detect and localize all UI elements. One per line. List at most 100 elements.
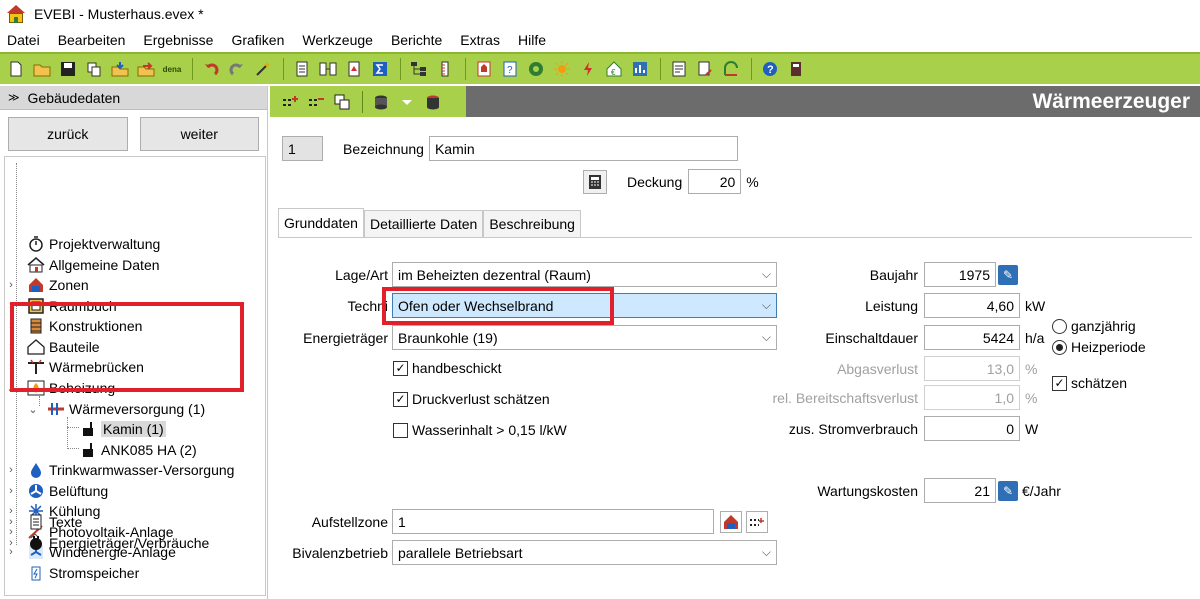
aufstellzone-input[interactable]: 1 [392, 509, 714, 534]
tab-detaillierte-daten[interactable]: Detaillierte Daten [363, 210, 484, 237]
heizperiode-radio[interactable] [1052, 339, 1067, 355]
ganzjaehrig-row[interactable]: ganzjährig [1052, 318, 1136, 334]
calculator-book-icon[interactable] [784, 57, 808, 81]
new-file-icon[interactable] [4, 57, 28, 81]
energietraeger-select[interactable]: Braunkohle (19) ⌵ [392, 325, 777, 350]
hierarchy-icon[interactable] [407, 57, 431, 81]
strom-input[interactable]: 0 [924, 416, 1020, 441]
tree-item-trinkwarmwasser[interactable]: › Trinkwarmwasser-Versorgung [5, 460, 234, 480]
leistung-input[interactable]: 4,60 [924, 293, 1020, 318]
arrow-right-icon[interactable] [395, 90, 419, 114]
report-icon[interactable] [667, 57, 691, 81]
wasserinhalt-row[interactable]: Wasserinhalt > 0,15 l/kW [393, 422, 567, 438]
baujahr-label: Baujahr [869, 266, 918, 283]
back-button[interactable]: zurück [8, 117, 128, 151]
open-folder-icon[interactable] [30, 57, 54, 81]
deckung-input[interactable]: 20 [688, 169, 742, 194]
expand-chevron-icon[interactable]: › [5, 279, 17, 291]
deckung-label: Deckung [627, 173, 683, 190]
remove-generator-icon[interactable] [304, 90, 328, 114]
undo-icon[interactable] [199, 57, 223, 81]
druckverlust-row[interactable]: ✓ Druckverlust schätzen [393, 391, 550, 407]
menu-extras[interactable]: Extras [451, 28, 509, 52]
tree-item-projektverwaltung[interactable]: Projektverwaltung [5, 234, 160, 254]
calculator-icon[interactable] [583, 169, 607, 194]
collapse-chevron-icon[interactable]: ⌄ [27, 403, 39, 416]
pencil-icon[interactable]: ✎ [998, 480, 1018, 501]
pencil-icon[interactable]: ✎ [998, 264, 1018, 285]
database-red-icon[interactable] [421, 90, 445, 114]
energy-pass-icon[interactable] [472, 57, 496, 81]
import-icon[interactable] [108, 57, 132, 81]
question-doc-icon[interactable]: ? [498, 57, 522, 81]
menu-hilfe[interactable]: Hilfe [509, 28, 555, 52]
schaetzen-checkbox[interactable]: ✓ [1052, 375, 1067, 391]
export-icon[interactable] [134, 57, 158, 81]
add-generator-icon[interactable] [278, 90, 302, 114]
copy-icon[interactable] [82, 57, 106, 81]
magic-wand-icon[interactable] [251, 57, 275, 81]
collapse-chevron-icon[interactable]: ≫ [8, 91, 20, 104]
euro-house-icon[interactable]: € [602, 57, 626, 81]
duplicate-icon[interactable] [330, 90, 354, 114]
dena-icon[interactable]: dena [160, 57, 184, 81]
ruler-icon[interactable] [433, 57, 457, 81]
tree-item-energietraeger[interactable]: › Energieträger/Verbräuche [5, 533, 209, 553]
tree-item-label: Trinkwarmwasser-Versorgung [49, 462, 235, 478]
expand-chevron-icon[interactable]: › [5, 464, 17, 476]
fan-icon [27, 483, 45, 500]
energietraeger-row: Energieträger Braunkohle (19) ⌵ [290, 325, 777, 350]
bezeichnung-input[interactable]: Kamin [428, 136, 738, 161]
druckverlust-checkbox[interactable]: ✓ [393, 391, 408, 407]
expand-chevron-icon[interactable]: › [5, 485, 17, 497]
tab-grunddaten[interactable]: Grunddaten [278, 208, 364, 237]
tree-item-ank085[interactable]: ANK085 HA (2) [79, 440, 197, 460]
tree-item-allgemeine-daten[interactable]: Allgemeine Daten [5, 255, 160, 275]
lage-select[interactable]: im Beheizten dezentral (Raum) ⌵ [392, 262, 777, 287]
redo-icon[interactable] [225, 57, 249, 81]
globe-icon[interactable] [524, 57, 548, 81]
chart-blocks-icon[interactable] [628, 57, 652, 81]
heizperiode-row[interactable]: Heizperiode [1052, 339, 1146, 355]
sum-icon[interactable] [368, 57, 392, 81]
deckung-row: Deckung 20 % [583, 169, 759, 194]
report-edit-icon[interactable] [693, 57, 717, 81]
tree-item-belueftung[interactable]: › Belüftung [5, 481, 108, 501]
database-icon[interactable] [369, 90, 393, 114]
menu-ergebnisse[interactable]: Ergebnisse [134, 28, 222, 52]
baujahr-input[interactable]: 1975 [924, 262, 996, 287]
forward-button[interactable]: weiter [139, 117, 259, 151]
einschaltdauer-input[interactable]: 5424 [924, 325, 1020, 350]
wasserinhalt-checkbox[interactable] [393, 422, 408, 438]
ganzjaehrig-radio[interactable] [1052, 318, 1067, 334]
expand-chevron-icon[interactable]: › [5, 537, 17, 549]
schaetzen-row[interactable]: ✓ schätzen [1052, 375, 1127, 391]
tree-item-texte[interactable]: › Texte [5, 512, 82, 532]
handbeschickt-row[interactable]: ✓ handbeschickt [393, 360, 502, 376]
lightning-icon[interactable] [576, 57, 600, 81]
sun-icon[interactable] [550, 57, 574, 81]
menu-grafiken[interactable]: Grafiken [222, 28, 293, 52]
pdf-icon[interactable] [342, 57, 366, 81]
tree-item-zonen[interactable]: › Zonen [5, 275, 89, 295]
help-icon[interactable]: ? [758, 57, 782, 81]
left-panel-header[interactable]: ≫ Gebäudedaten [0, 86, 267, 110]
menu-werkzeuge[interactable]: Werkzeuge [293, 28, 382, 52]
document-list-icon[interactable] [290, 57, 314, 81]
wartung-input[interactable]: 21 [924, 478, 996, 503]
home-arch-icon[interactable] [719, 57, 743, 81]
handbeschickt-checkbox[interactable]: ✓ [393, 360, 408, 376]
bivalenz-select[interactable]: parallele Betriebsart ⌵ [392, 540, 777, 565]
zone-link-icon[interactable] [746, 510, 768, 533]
expand-chevron-icon[interactable]: › [5, 516, 17, 528]
menu-datei[interactable]: Datei [0, 28, 49, 52]
zone-house-icon[interactable] [720, 510, 742, 533]
menu-bearbeiten[interactable]: Bearbeiten [49, 28, 135, 52]
tree-item-kamin[interactable]: Kamin (1) [79, 419, 166, 439]
tree-item-waermeversorgung[interactable]: ⌄ Wärmeversorgung (1) [27, 399, 205, 419]
save-icon[interactable] [56, 57, 80, 81]
compare-icon[interactable] [316, 57, 340, 81]
tree-item-label: Allgemeine Daten [49, 257, 160, 273]
tab-beschreibung[interactable]: Beschreibung [483, 210, 581, 237]
menu-berichte[interactable]: Berichte [382, 28, 451, 52]
